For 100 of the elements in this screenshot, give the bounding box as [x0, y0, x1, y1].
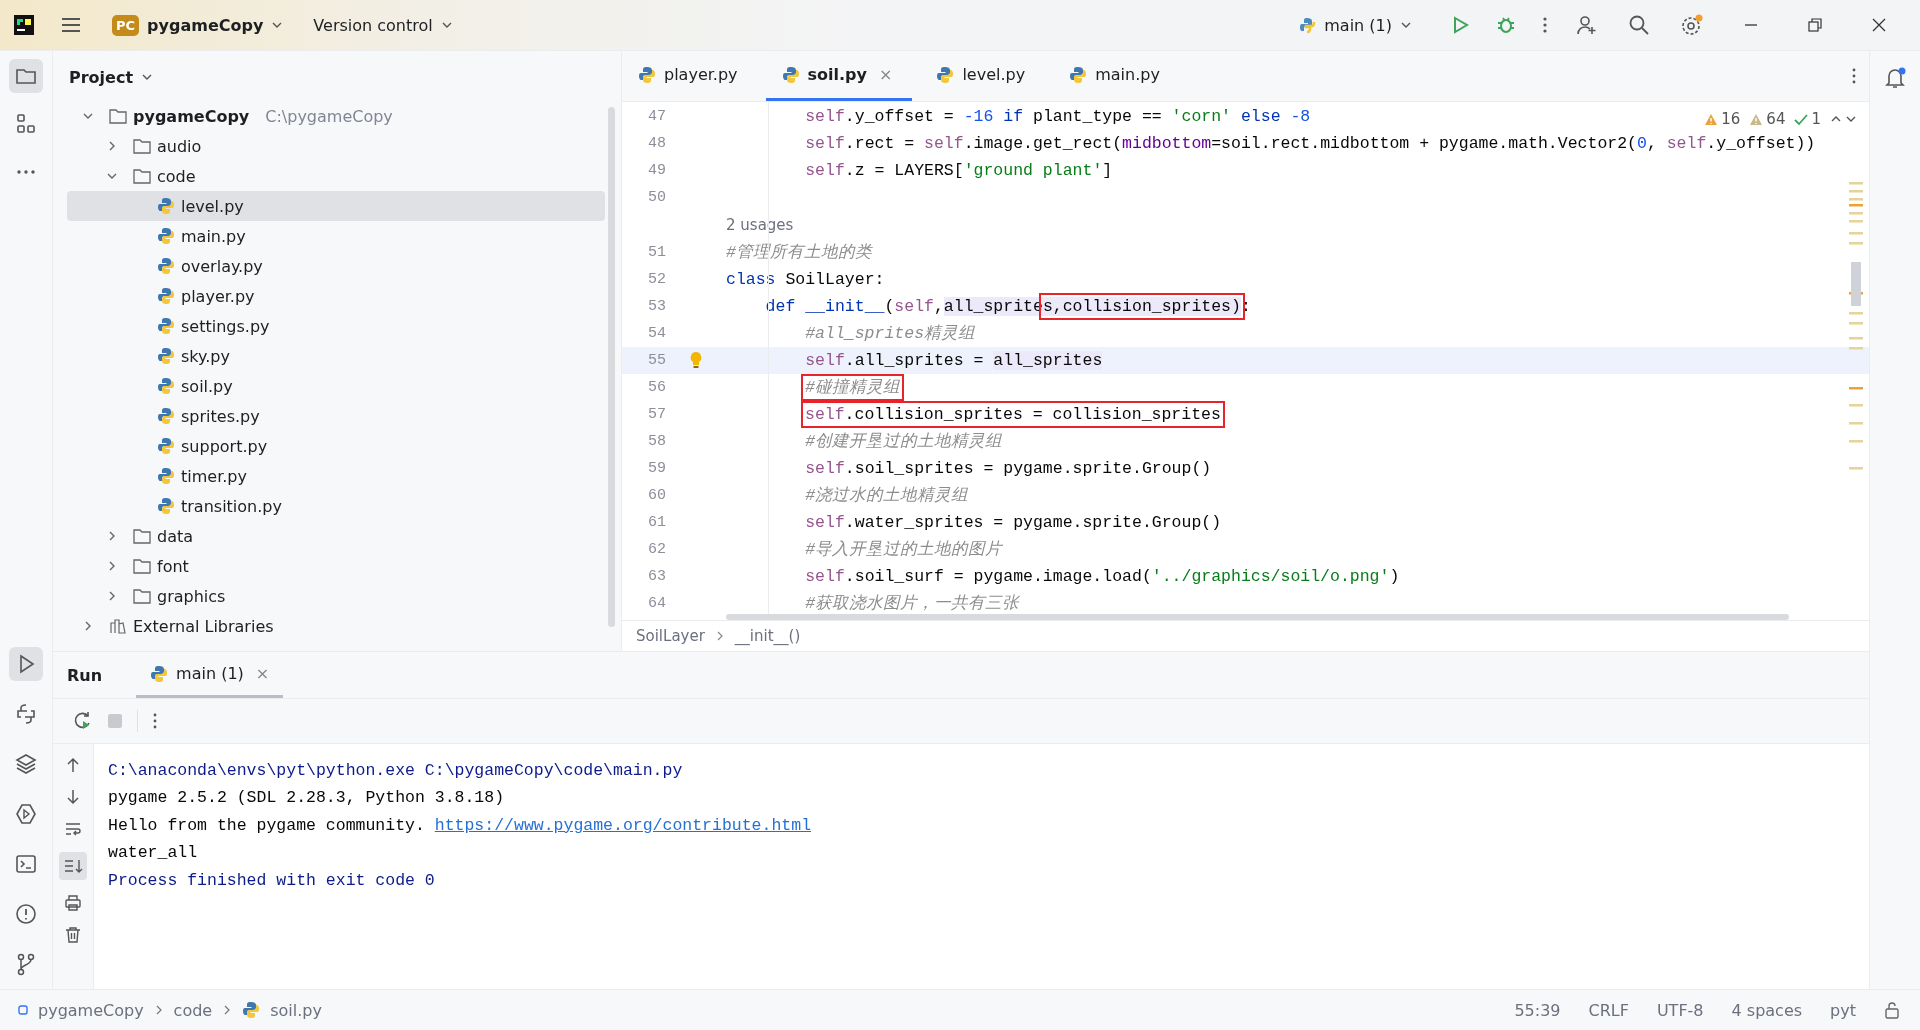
line-separator[interactable]: CRLF	[1588, 1000, 1629, 1020]
run-configuration[interactable]: main (1)	[1292, 11, 1418, 39]
caret-down-icon[interactable]	[1845, 115, 1857, 123]
editor-tab[interactable]: level.py	[920, 51, 1046, 101]
lock-icon[interactable]	[1884, 1001, 1900, 1019]
tree-item[interactable]: player.py	[67, 281, 605, 311]
tree-item[interactable]: soil.py	[67, 371, 605, 401]
app-logo-icon	[14, 15, 34, 35]
tree-item[interactable]: timer.py	[67, 461, 605, 491]
folder-icon	[133, 138, 151, 154]
tree-item[interactable]: graphics	[67, 581, 605, 611]
more-icon[interactable]	[1851, 67, 1857, 85]
tab-label: player.py	[664, 65, 738, 84]
breadcrumb-item[interactable]: SoilLayer	[636, 627, 705, 645]
python-file-icon	[157, 287, 175, 305]
breadcrumb-item[interactable]: pygameCopy	[38, 1000, 144, 1020]
close-icon[interactable]	[1872, 18, 1886, 32]
folder-icon	[133, 528, 151, 544]
menu-icon[interactable]	[60, 16, 82, 34]
tree-item[interactable]: overlay.py	[67, 251, 605, 281]
tree-item[interactable]: level.py	[67, 191, 605, 221]
restore-icon[interactable]	[1808, 18, 1822, 32]
breadcrumb-item[interactable]: soil.py	[270, 1000, 322, 1020]
bug-icon[interactable]	[1496, 15, 1516, 35]
line-number: 51	[647, 243, 666, 261]
tree-item-label: transition.py	[181, 496, 282, 516]
line-number: 50	[647, 189, 666, 206]
code-line: self.soil_sprites = pygame.sprite.Group()	[804, 458, 1212, 478]
tree-item[interactable]: font	[67, 551, 605, 581]
project-switcher[interactable]: PC pygameCopy	[106, 10, 290, 40]
file-encoding[interactable]: UTF-8	[1656, 1000, 1704, 1020]
python-file-icon	[1069, 65, 1088, 84]
line-number: 64	[647, 594, 666, 612]
line-number: 55	[647, 351, 666, 369]
version-control-menu[interactable]: Version control	[307, 11, 459, 39]
run-icon[interactable]	[9, 647, 43, 681]
tree-item-label: main.py	[181, 226, 246, 246]
caret-up-icon[interactable]	[1830, 115, 1842, 123]
tree-item-label: sky.py	[181, 346, 230, 366]
folder-icon[interactable]	[9, 59, 43, 93]
python-file-icon	[242, 1001, 261, 1019]
print-icon[interactable]	[64, 894, 82, 912]
tree-item-label: overlay.py	[181, 256, 263, 276]
tree-item[interactable]: sprites.py	[67, 401, 605, 431]
tree-item[interactable]: code	[67, 161, 605, 191]
down-arrow-icon[interactable]	[64, 788, 82, 806]
line-number: 59	[647, 459, 666, 477]
editor-tab[interactable]: main.py	[1053, 51, 1180, 101]
tab-label: level.py	[962, 65, 1026, 84]
code-line: #浇过水的土地精灵组	[804, 485, 969, 506]
line-number: 54	[647, 324, 666, 342]
line-number: 47	[647, 108, 666, 125]
scrollbar[interactable]	[608, 107, 615, 627]
tree-item-label: External Libraries	[133, 616, 274, 636]
more-icon[interactable]	[1542, 15, 1548, 35]
tree-item[interactable]: settings.py	[67, 311, 605, 341]
tree-item[interactable]: main.py	[67, 221, 605, 251]
scroll-to-end-icon[interactable]	[59, 852, 87, 880]
line-number: 62	[647, 540, 666, 558]
tree-item-label: player.py	[181, 286, 255, 306]
library-icon	[109, 617, 127, 635]
tree-item[interactable]: External Libraries	[67, 611, 605, 641]
tree-item[interactable]: data	[67, 521, 605, 551]
tab-close[interactable]: ×	[255, 664, 270, 683]
editor-tab[interactable]: player.py	[622, 51, 758, 101]
run-tab[interactable]: main (1) ×	[136, 652, 284, 698]
soft-wrap-icon[interactable]	[64, 820, 82, 838]
settings-icon[interactable]	[1680, 13, 1704, 37]
more-icon[interactable]	[152, 712, 158, 730]
tree-item-label: graphics	[157, 586, 226, 606]
rerun-icon[interactable]	[73, 711, 93, 731]
tree-item-label: timer.py	[181, 466, 247, 486]
tree-item[interactable]: transition.py	[67, 491, 605, 521]
project-view-selector[interactable]: Project	[63, 63, 160, 91]
breadcrumb-item[interactable]: __init__()	[734, 627, 801, 645]
lightbulb-icon[interactable]	[689, 351, 703, 369]
usages-hint[interactable]: 2 usages	[726, 215, 794, 234]
python-file-icon	[157, 227, 175, 245]
console-link[interactable]: https://www.pygame.org/contribute.html	[434, 815, 812, 835]
trash-icon[interactable]	[64, 926, 82, 944]
add-user-icon[interactable]	[1576, 14, 1598, 36]
code-line: #导入开垦过的土地的图片	[804, 539, 1003, 560]
scrollbar[interactable]	[726, 614, 1789, 620]
tree-item[interactable]: pygameCopy C:\pygameCopy	[67, 101, 605, 131]
breadcrumb-item[interactable]: code	[173, 1000, 213, 1020]
tree-item-label: level.py	[181, 196, 244, 216]
python-file-icon	[157, 347, 175, 365]
line-number: 56	[647, 378, 666, 396]
tree-item[interactable]: support.py	[67, 431, 605, 461]
tree-item-label: sprites.py	[181, 406, 260, 426]
python-file-icon	[157, 407, 175, 425]
caret-icon	[271, 21, 284, 29]
caret-position[interactable]: 55:39	[1514, 1000, 1561, 1020]
interpreter[interactable]: pyt	[1830, 1000, 1856, 1020]
caret-icon	[141, 73, 154, 81]
tree-item[interactable]: audio	[67, 131, 605, 161]
indent-setting[interactable]: 4 spaces	[1731, 1000, 1803, 1020]
tree-item[interactable]: sky.py	[67, 341, 605, 371]
search-icon[interactable]	[1628, 14, 1650, 36]
editor-tab[interactable]: soil.py ×	[765, 51, 913, 101]
